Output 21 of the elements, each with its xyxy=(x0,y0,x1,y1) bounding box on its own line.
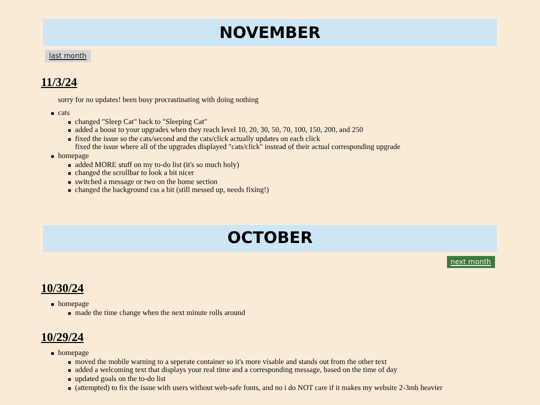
entry-date: 10/29/24 xyxy=(41,331,84,344)
bullet-icon xyxy=(68,360,71,364)
month-title: NOVEMBER xyxy=(219,24,321,42)
bullet-icon xyxy=(68,378,71,381)
bullet-icon xyxy=(68,180,71,184)
entry-date: 11/3/24 xyxy=(41,76,78,89)
bullet-icon xyxy=(51,154,54,158)
bullet-icon xyxy=(68,369,71,372)
bullet-icon xyxy=(68,189,71,192)
bullet-icon xyxy=(68,172,71,176)
bullet-icon xyxy=(68,164,71,167)
bullet-icon xyxy=(68,386,71,390)
month-title: OCTOBER xyxy=(227,229,313,248)
bullet-icon xyxy=(68,120,71,124)
bullet-icon xyxy=(51,302,54,306)
entry-date: 10/30/24 xyxy=(41,282,84,295)
bullet-icon xyxy=(68,129,71,132)
bullet-icon xyxy=(68,312,71,315)
bullet-icon xyxy=(51,112,54,115)
bullet-icon xyxy=(68,138,71,141)
bullet-icon xyxy=(51,352,54,356)
